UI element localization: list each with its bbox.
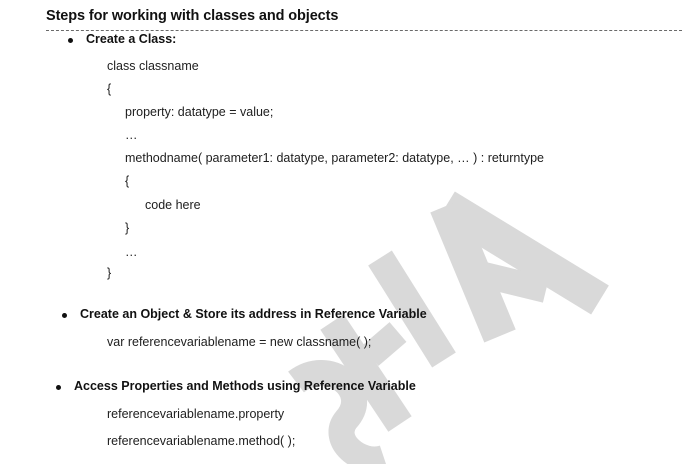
code-line: var referencevariablename = new classnam… <box>107 335 372 349</box>
heading-divider <box>46 30 682 31</box>
code-line: referencevariablename.property <box>107 407 285 421</box>
bullet-icon <box>62 313 67 318</box>
section-title-create-object: Create an Object & Store its address in … <box>80 307 427 321</box>
watermark-letter-a-leg <box>430 199 516 343</box>
code-line: property: datatype = value; <box>125 105 274 119</box>
watermark <box>288 191 609 464</box>
watermark-letter-a <box>437 191 609 315</box>
page-heading: Steps for working with classes and objec… <box>46 8 339 24</box>
code-line: } <box>125 221 130 235</box>
code-line: … <box>125 128 138 142</box>
bullet-icon <box>56 385 61 390</box>
section-title-create-class: Create a Class: <box>86 32 177 46</box>
watermark-letter-a-bar <box>468 259 550 303</box>
section-title-access-members: Access Properties and Methods using Refe… <box>74 379 416 393</box>
code-line: { <box>125 174 130 188</box>
document-page: Steps for working with classes and objec… <box>0 0 682 464</box>
code-line: methodname( parameter1: datatype, parame… <box>125 151 544 165</box>
code-line: … <box>125 245 138 259</box>
code-line: class classname <box>107 59 199 73</box>
bullet-icon <box>68 38 73 43</box>
code-line: code here <box>145 198 201 212</box>
code-line: } <box>107 266 112 280</box>
code-line: { <box>107 82 112 96</box>
watermark-letter-h-bar <box>361 322 407 366</box>
code-line: referencevariablename.method( ); <box>107 434 296 448</box>
